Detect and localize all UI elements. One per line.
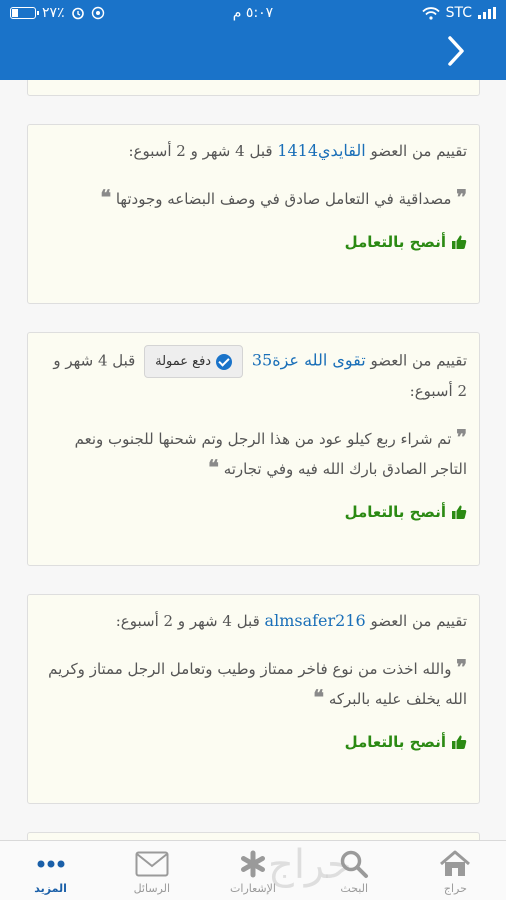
asterisk-icon: [236, 849, 270, 879]
review-body: والله اخذت من نوع فاخر ممتاز وطيب وتعامل…: [48, 660, 467, 708]
thumbs-up-icon: [452, 735, 467, 749]
quote-close-icon: ❝: [100, 185, 112, 209]
thumbs-up-icon: [452, 235, 467, 249]
verified-check-icon: [216, 353, 233, 370]
thumbs-up-icon: [452, 505, 467, 519]
chevron-right-icon[interactable]: [442, 34, 470, 68]
tab-more[interactable]: المزيد: [0, 841, 101, 900]
recommend-text: أنصح بالتعامل: [344, 733, 446, 751]
review-card-partial: [27, 80, 480, 96]
tab-label: حراج: [443, 882, 467, 895]
envelope-icon: [135, 849, 169, 879]
review-text: ❞ تم شراء ربع كيلو عود من هذا الرجل وتم …: [40, 423, 467, 483]
review-body: مصداقية في التعامل صادق في وصف البضاعه و…: [115, 190, 452, 208]
recommend-label: أنصح بالتعامل: [40, 733, 467, 751]
quote-open-icon: ❞: [456, 425, 467, 449]
review-card: تقييم من العضو تقوى الله عزة35 دفع عمولة…: [27, 332, 480, 566]
carrier-name: STC: [445, 5, 472, 21]
reviews-list[interactable]: تقييم من العضو القايدي1414 قبل 4 شهر و 2…: [0, 80, 506, 840]
tab-label: المزيد: [34, 882, 67, 895]
review-text: ❞ مصداقية في التعامل صادق في وصف البضاعه…: [40, 183, 467, 213]
recommend-text: أنصح بالتعامل: [344, 503, 446, 521]
status-bar: ٢٧٪ ٥:٠٧ م STC: [0, 0, 506, 28]
reviewer-link[interactable]: تقوى الله عزة35: [252, 351, 366, 370]
recommend-label: أنصح بالتعامل: [40, 233, 467, 251]
tab-label: الرسائل: [133, 882, 171, 895]
quote-close-icon: ❝: [208, 455, 219, 479]
review-meta: تقييم من العضو القايدي1414 قبل 4 شهر و 2…: [40, 137, 467, 165]
recommend-text: أنصح بالتعامل: [344, 233, 446, 251]
commission-badge: دفع عمولة: [144, 345, 244, 378]
more-dots-icon: [34, 849, 68, 879]
signal-icon: [478, 7, 496, 19]
review-card-partial: [27, 832, 480, 840]
badge-label: دفع عمولة: [155, 354, 212, 369]
review-card: تقييم من العضو القايدي1414 قبل 4 شهر و 2…: [27, 124, 480, 304]
haraj-watermark: حراج: [268, 842, 352, 888]
quote-open-icon: ❞: [456, 655, 467, 679]
home-icon: [438, 849, 472, 879]
review-prefix: تقييم من العضو: [370, 351, 467, 370]
review-time: قبل 4 شهر و 2 أسبوع:: [115, 612, 260, 630]
quote-open-icon: ❞: [456, 185, 467, 209]
review-body: تم شراء ربع كيلو عود من هذا الرجل وتم شح…: [74, 430, 467, 478]
tab-messages[interactable]: الرسائل: [101, 841, 202, 900]
review-prefix: تقييم من العضو: [370, 142, 467, 160]
app-header: ٢٧٪ ٥:٠٧ م STC: [0, 0, 506, 80]
status-right: STC: [421, 5, 496, 21]
review-card: تقييم من العضو almsafer216 قبل 4 شهر و 2…: [27, 594, 480, 804]
quote-close-icon: ❝: [313, 685, 325, 709]
recommend-label: أنصح بالتعامل: [40, 503, 467, 521]
reviewer-link[interactable]: القايدي1414: [277, 141, 365, 160]
bottom-tab-bar: المزيد الرسائل الإشعارات البحث حراج: [0, 840, 506, 900]
reviewer-link[interactable]: almsafer216: [265, 611, 366, 630]
review-time: قبل 4 شهر و 2 أسبوع:: [128, 142, 273, 160]
review-text: ❞ والله اخذت من نوع فاخر ممتاز وطيب وتعا…: [40, 653, 467, 713]
review-prefix: تقييم من العضو: [370, 612, 467, 630]
tab-home[interactable]: حراج: [405, 841, 506, 900]
wifi-icon: [421, 6, 440, 20]
review-meta: تقييم من العضو تقوى الله عزة35 دفع عمولة…: [40, 345, 467, 405]
review-meta: تقييم من العضو almsafer216 قبل 4 شهر و 2…: [40, 607, 467, 635]
